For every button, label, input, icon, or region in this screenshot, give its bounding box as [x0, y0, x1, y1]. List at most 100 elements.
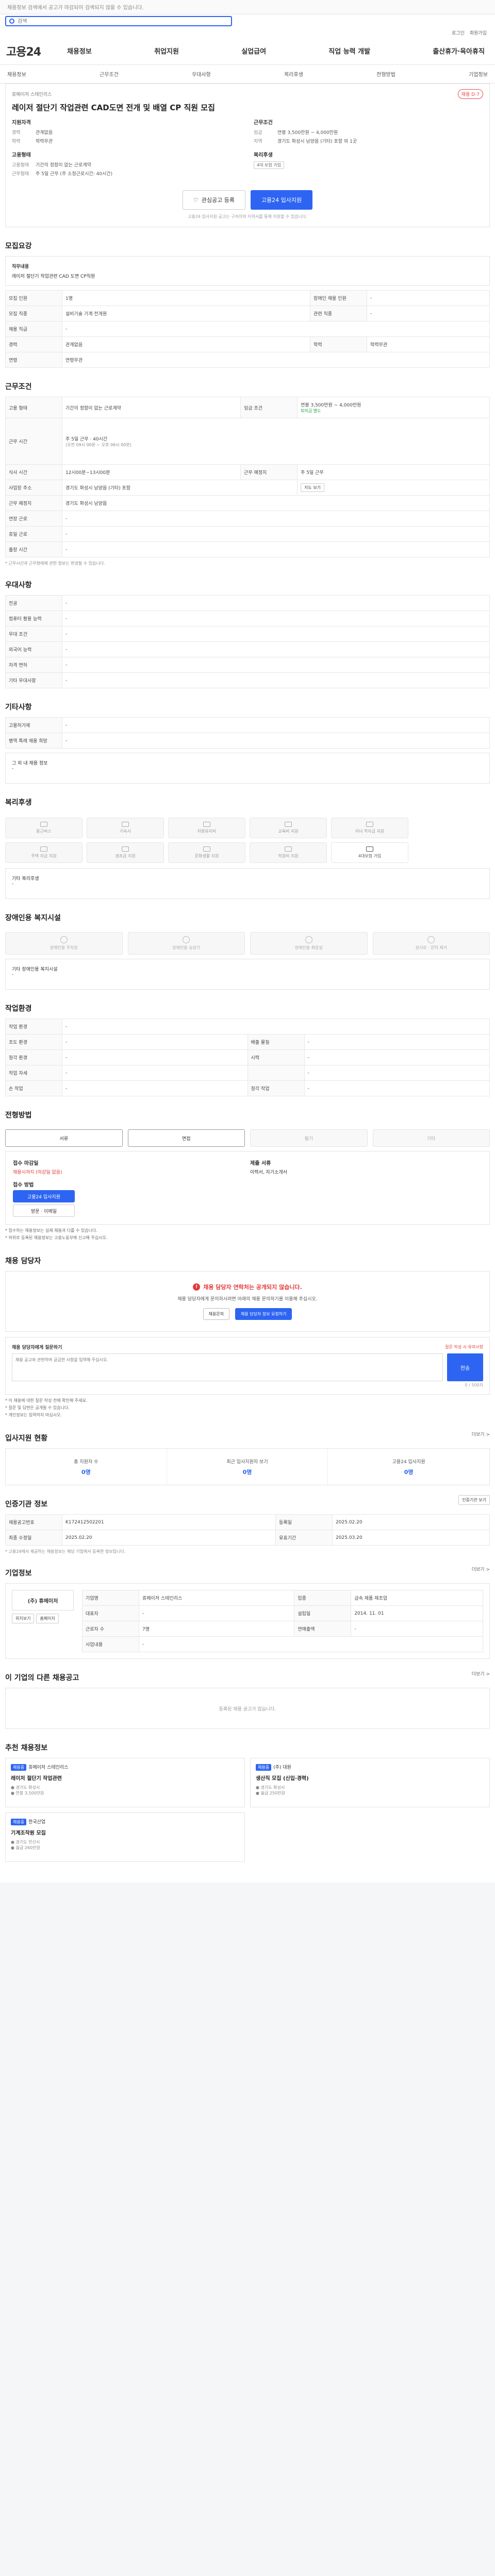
qna-rules: * 이 채용에 대한 질문 작성 전에 확인해 주세요. * 질문 및 답변은 …	[5, 1398, 490, 1418]
deadline-label: 접수 마감일	[13, 1161, 39, 1166]
apply-button[interactable]: 고용24 입사지원	[250, 190, 313, 210]
reg-button[interactable]: 인증기관 보기	[458, 1495, 490, 1505]
rec-card[interactable]: 채용중 (주) 대원 생산직 모집 (신입·경력) ● 경기도 화성시 ● 월급 …	[250, 1758, 490, 1807]
login-link[interactable]: 로그인	[452, 29, 465, 36]
gift-icon	[122, 846, 129, 852]
request-info-button[interactable]: 채용 담당자 정보 요청하기	[235, 1308, 292, 1320]
cell: 우대 조건	[5, 626, 62, 642]
gnb-item-benefit[interactable]: 실업급여	[237, 46, 270, 56]
qna-send-button[interactable]: 전송	[447, 1353, 483, 1381]
etc-title: 기타사항	[5, 703, 32, 711]
cell: -	[304, 1049, 490, 1065]
work-table: 고용 형태 기간의 정함이 없는 근로계약 임금 조건 연봉 3,500만원 ~ 4,…	[5, 397, 490, 557]
bene-label: 자녀 학자금 지원	[355, 829, 385, 834]
cell: -	[139, 1636, 483, 1652]
method-notes: * 접수하는 채용정보는 실제 채용과 다를 수 있습니다. * 허위로 등록된…	[5, 1228, 490, 1241]
elevator-icon	[183, 936, 190, 943]
home-icon	[122, 822, 129, 827]
scrap-button[interactable]: ♡ 관심공고 등록	[182, 190, 245, 210]
rec-card[interactable]: 채용중 휴메이저 스테인리스 레이저 절단기 작업관련 ● 경기도 화성시 ● 연…	[5, 1758, 245, 1807]
cell: 모집 직종	[5, 306, 62, 321]
ramp-icon	[427, 936, 435, 943]
wage-val: 연봉 3,500만원 ~ 4,000만원	[301, 403, 361, 408]
gnb-item-support[interactable]: 취업지원	[150, 46, 183, 56]
work-title: 근무조건	[5, 383, 32, 391]
bene-item: 교육비 지원	[250, 818, 327, 838]
manager-title: 채용 담당자	[5, 1257, 41, 1265]
cell: 연령	[5, 352, 62, 368]
qna-textarea[interactable]	[12, 1353, 443, 1381]
rec-card[interactable]: 채용중 한국산업 기계조작원 모집 ● 경기도 안산시 ● 월급 260만원	[5, 1812, 245, 1862]
cell: -	[62, 657, 490, 673]
same-jobs-more-link[interactable]: 더보기 >	[472, 1670, 490, 1677]
cell: 기타 우대사항	[5, 672, 62, 688]
exp-value: 관계없음	[36, 130, 53, 135]
rec-area: 경기도 화성시	[260, 1785, 285, 1790]
stat-value: 0명	[242, 1468, 252, 1476]
cell: 자격 면허	[5, 657, 62, 673]
apply-online-button[interactable]: 고용24 입사지원	[13, 1190, 75, 1202]
cell: -	[62, 611, 490, 626]
bene-label: 문화생활 지원	[194, 854, 219, 858]
tab-recruit[interactable]: 채용정보	[7, 70, 26, 78]
toilet-icon	[305, 936, 312, 943]
apply-visit-button[interactable]: 방문 · 이메일	[13, 1205, 75, 1217]
cell: -	[138, 1605, 295, 1621]
cell: -	[62, 321, 490, 337]
tab-preference[interactable]: 우대사항	[192, 70, 211, 78]
cell: 컴퓨터 활용 능력	[5, 611, 62, 626]
apply-box: 접수 마감일 채용시까지 (마감일 없음) 접수 방법 고용24 입사지원 방문…	[5, 1151, 490, 1225]
book-icon	[285, 822, 292, 827]
company-site-button[interactable]: 홈페이지	[36, 1614, 59, 1623]
rec-company: 휴메이저 스테인리스	[28, 1765, 69, 1770]
bene-label: 통근버스	[36, 829, 52, 834]
status-badge: 채용 D-7	[457, 89, 483, 99]
duty-value: 레이저 절단기 작업관련 CAD 도면 CP직원	[12, 274, 95, 279]
company-location-button[interactable]: 위치보기	[12, 1614, 35, 1623]
qna-note[interactable]: 질문 작성 시 유의사항	[445, 1344, 483, 1350]
stat-title: 입사지원 현황	[5, 1434, 48, 1443]
qna-title: 채용 담당자에게 질문하기	[12, 1345, 62, 1350]
etc-table: 고용허가제 - 병역 특례 채용 희망 -	[5, 717, 490, 749]
dis-item: 장애인용 화장실	[250, 932, 368, 955]
cell: -	[351, 1621, 483, 1637]
section-tabs: 채용정보 근무조건 우대사항 복리후생 전형방법 기업정보	[0, 65, 495, 83]
site-logo[interactable]: 고용24	[6, 43, 63, 59]
bene-item: 기숙사	[87, 818, 164, 838]
method-row: 서류 면접 필기 기타	[5, 1125, 490, 1151]
bene-item: 학원비 지원	[250, 842, 327, 863]
tab-conditions[interactable]: 근무조건	[100, 70, 119, 78]
search-input[interactable]	[18, 18, 228, 24]
won-icon: ●	[256, 1791, 261, 1795]
reg-title: 인증기관 정보	[5, 1500, 48, 1509]
stat-item: 최근 입사지원자 보기 0명	[167, 1449, 328, 1485]
stat-more-link[interactable]: 더보기 >	[472, 1431, 490, 1437]
map-button[interactable]: 지도 보기	[301, 483, 325, 492]
gnb-item-leave[interactable]: 출산휴가·육아휴직	[428, 46, 489, 56]
dis-label: 장애인용 화장실	[294, 945, 323, 950]
cell: -	[367, 306, 490, 321]
cell: 청각 환경	[5, 1049, 62, 1065]
film-icon	[203, 846, 210, 852]
gnb-item-training[interactable]: 직업 능력 개발	[324, 46, 374, 56]
tab-benefits[interactable]: 복리후생	[284, 70, 303, 78]
cell: 손 작업	[5, 1080, 62, 1096]
cell: 외국어 능력	[5, 641, 62, 657]
emp-value: 기간의 정함이 없는 근로계약	[36, 163, 91, 168]
join-link[interactable]: 회원가입	[470, 29, 487, 36]
rec-area: 경기도 화성시	[15, 1785, 40, 1790]
cell: 관계없음	[61, 336, 311, 352]
manager-banner: ! 채용 담당자 연락처는 공개되지 않습니다. 채용 담당자에게 문의하시려면 …	[5, 1271, 490, 1332]
rec-title-text: 생산직 모집 (신입·경력)	[256, 1776, 309, 1782]
dis-grid: 장애인용 주차장 장애인용 승강기 장애인용 화장실 경사로 · 문턱 제거	[5, 928, 490, 959]
rec-company: (주) 대원	[273, 1765, 291, 1770]
inquiry-button[interactable]: 채용문의	[203, 1308, 229, 1320]
tab-method[interactable]: 전형방법	[376, 70, 395, 78]
tab-company[interactable]: 기업정보	[469, 70, 488, 78]
search-box[interactable]	[5, 16, 232, 26]
gnb-item-jobs[interactable]: 채용정보	[63, 46, 96, 56]
company-more-link[interactable]: 더보기 >	[472, 1566, 490, 1572]
company-box: (주) 휴메이저 위치보기 홈페이지 기업명 휴메이저 스테인리스 업종 금속 제품 …	[5, 1583, 490, 1659]
duty-box: 직무내용 레이저 절단기 작업관련 CAD 도면 CP직원	[5, 256, 490, 286]
benefit-tag: 4대 보험 가입	[254, 161, 284, 169]
